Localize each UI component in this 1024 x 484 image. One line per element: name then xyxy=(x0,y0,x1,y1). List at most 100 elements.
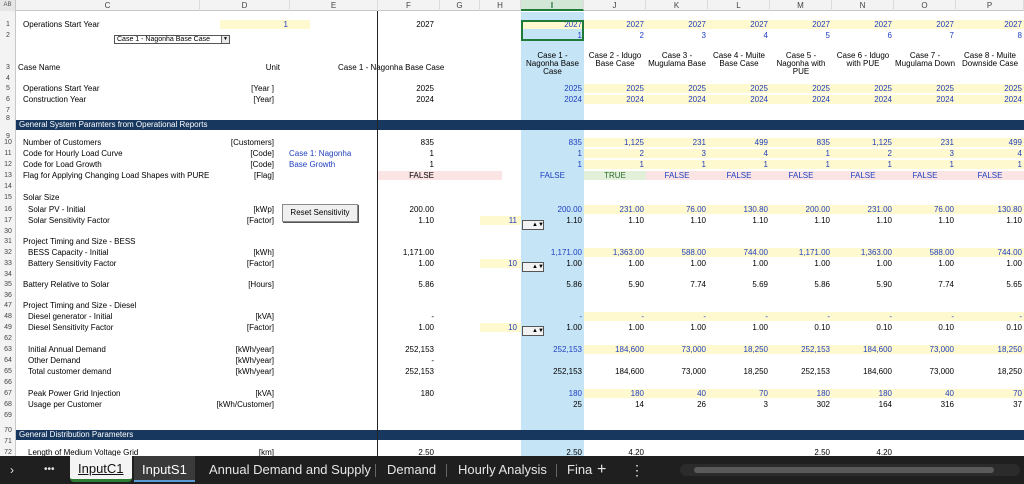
case-value-r12[interactable]: 1 xyxy=(646,160,706,169)
base-value-r13[interactable]: FALSE xyxy=(378,171,434,180)
case-value-r48[interactable]: - xyxy=(956,312,1022,321)
column-header-i[interactable]: I xyxy=(521,0,584,11)
case-value-r48[interactable]: - xyxy=(646,312,706,321)
row-header-30[interactable]: 30 xyxy=(0,227,16,236)
case-value-r49[interactable]: 0.10 xyxy=(894,323,954,332)
case-start-year-cell[interactable]: 2027 xyxy=(832,20,892,29)
row-header-67[interactable]: 67 xyxy=(0,389,16,398)
case-value-r17[interactable]: 1.10 xyxy=(584,216,644,225)
row-header-13[interactable]: 13 xyxy=(0,171,16,180)
unit-r12[interactable]: [Code] xyxy=(180,160,274,169)
unit-r17[interactable]: [Factor] xyxy=(180,216,274,225)
case-value-r32[interactable]: 744.00 xyxy=(708,248,768,257)
base-value-r33[interactable]: 1.00 xyxy=(378,259,434,268)
row-header-65[interactable]: 65 xyxy=(0,367,16,376)
unit-r65[interactable]: [kWh/year] xyxy=(180,367,274,376)
case-value-r33[interactable]: 1.00 xyxy=(770,259,830,268)
base-value-r72[interactable]: 2.50 xyxy=(378,448,434,456)
case-value-r33[interactable]: 1.00 xyxy=(832,259,892,268)
case-value-r63[interactable]: 184,600 xyxy=(584,345,644,354)
row-header-47[interactable]: 47 xyxy=(0,301,16,310)
case-value-r48[interactable]: - xyxy=(521,312,582,321)
case-value-r10[interactable]: 835 xyxy=(770,138,830,147)
case-value-r64[interactable] xyxy=(646,356,706,365)
case-value-r11[interactable]: 1 xyxy=(770,149,830,158)
case-value-r65[interactable]: 252,153 xyxy=(521,367,582,376)
column-header-f[interactable]: F xyxy=(378,0,440,11)
case-value-r17[interactable]: 1.10 xyxy=(708,216,768,225)
case-value-r6[interactable]: 2024 xyxy=(584,95,644,104)
case-value-r64[interactable] xyxy=(770,356,830,365)
case-start-year-cell[interactable]: 2027 xyxy=(894,20,954,29)
case-value-r68[interactable]: 14 xyxy=(584,400,644,409)
case-value-r17[interactable]: 1.10 xyxy=(894,216,954,225)
case-value-r35[interactable]: 5.90 xyxy=(584,280,644,289)
case-value-r5[interactable]: 2025 xyxy=(708,84,768,93)
base-value-r63[interactable]: 252,153 xyxy=(378,345,434,354)
case-value-r10[interactable]: 499 xyxy=(956,138,1022,147)
base-value-r16[interactable]: 200.00 xyxy=(378,205,434,214)
case-value-r16[interactable]: 200.00 xyxy=(521,205,582,214)
row-label-r15[interactable]: Solar Size xyxy=(23,193,273,202)
row-header-6[interactable]: 6 xyxy=(0,95,16,104)
sheet-menu-icon[interactable]: ⋮ xyxy=(630,456,644,484)
unit-r10[interactable]: [Customers] xyxy=(180,138,274,147)
case-value-r13[interactable]: FALSE xyxy=(894,171,956,180)
case-value-r63[interactable]: 18,250 xyxy=(708,345,768,354)
case-value-r11[interactable]: 2 xyxy=(832,149,892,158)
sensitivity-step-r17[interactable]: 11 xyxy=(480,216,517,225)
case-value-r72[interactable]: 4.20 xyxy=(832,448,892,456)
case-value-r6[interactable]: 2024 xyxy=(956,95,1022,104)
case-value-r48[interactable]: - xyxy=(770,312,830,321)
row-header-69[interactable]: 69 xyxy=(0,411,16,420)
case-value-r6[interactable]: 2024 xyxy=(521,95,582,104)
tab-annual-demand-and-supply[interactable]: Annual Demand and Supply xyxy=(209,456,371,484)
case-value-r35[interactable]: 7.74 xyxy=(646,280,706,289)
row-header-1[interactable]: 1 xyxy=(0,20,16,29)
case-value-r13[interactable]: FALSE xyxy=(521,171,584,180)
case-value-r48[interactable]: - xyxy=(584,312,644,321)
base-value-r49[interactable]: 1.00 xyxy=(378,323,434,332)
unit-r64[interactable]: [kWh/year] xyxy=(180,356,274,365)
note-r12[interactable]: Base Growth xyxy=(289,160,379,169)
case-value-r65[interactable]: 184,600 xyxy=(584,367,644,376)
column-header-o[interactable]: O xyxy=(894,0,956,11)
case-value-r10[interactable]: 1,125 xyxy=(832,138,892,147)
case-index-cell[interactable]: 2 xyxy=(584,31,644,40)
case-index-cell[interactable]: 4 xyxy=(708,31,768,40)
unit-r48[interactable]: [kVA] xyxy=(180,312,274,321)
unit-r63[interactable]: [kWh/year] xyxy=(180,345,274,354)
case-value-r67[interactable]: 180 xyxy=(832,389,892,398)
tab-inputs1[interactable]: InputS1 xyxy=(134,456,195,482)
sensitivity-step-r49[interactable]: 10 xyxy=(480,323,517,332)
case-value-r5[interactable]: 2025 xyxy=(832,84,892,93)
case-value-r63[interactable]: 252,153 xyxy=(770,345,830,354)
row-header-36[interactable]: 36 xyxy=(0,291,16,300)
row-header-72[interactable]: 72 xyxy=(0,448,16,456)
base-value-r64[interactable]: - xyxy=(378,356,434,365)
case-value-r5[interactable]: 2025 xyxy=(894,84,954,93)
case-value-r16[interactable]: 76.00 xyxy=(894,205,954,214)
case-value-r65[interactable]: 184,600 xyxy=(832,367,892,376)
case-value-r64[interactable] xyxy=(956,356,1022,365)
case-value-r32[interactable]: 1,171.00 xyxy=(770,248,830,257)
tab-fina[interactable]: Fina xyxy=(567,456,592,484)
case-value-r13[interactable]: TRUE xyxy=(584,171,646,180)
case-value-r13[interactable]: FALSE xyxy=(832,171,894,180)
case-value-r48[interactable]: - xyxy=(894,312,954,321)
column-header-m[interactable]: M xyxy=(770,0,832,11)
case-value-r5[interactable]: 2025 xyxy=(521,84,582,93)
tab-hourly-analysis[interactable]: Hourly Analysis xyxy=(458,456,547,484)
case-value-r72[interactable]: 2.50 xyxy=(521,448,582,456)
case-value-r63[interactable]: 18,250 xyxy=(956,345,1022,354)
row-header-10[interactable]: 10 xyxy=(0,138,16,147)
case-value-r5[interactable]: 2025 xyxy=(956,84,1022,93)
case-value-r11[interactable]: 4 xyxy=(956,149,1022,158)
row-label-r31[interactable]: Project Timing and Size - BESS xyxy=(23,237,273,246)
unit-r68[interactable]: [kWh/Customer] xyxy=(180,400,274,409)
case-value-r68[interactable]: 316 xyxy=(894,400,954,409)
column-header-g[interactable]: G xyxy=(440,0,480,11)
case-value-r13[interactable]: FALSE xyxy=(956,171,1024,180)
row-header-15[interactable]: 15 xyxy=(0,193,16,202)
row-header-5[interactable]: 5 xyxy=(0,84,16,93)
